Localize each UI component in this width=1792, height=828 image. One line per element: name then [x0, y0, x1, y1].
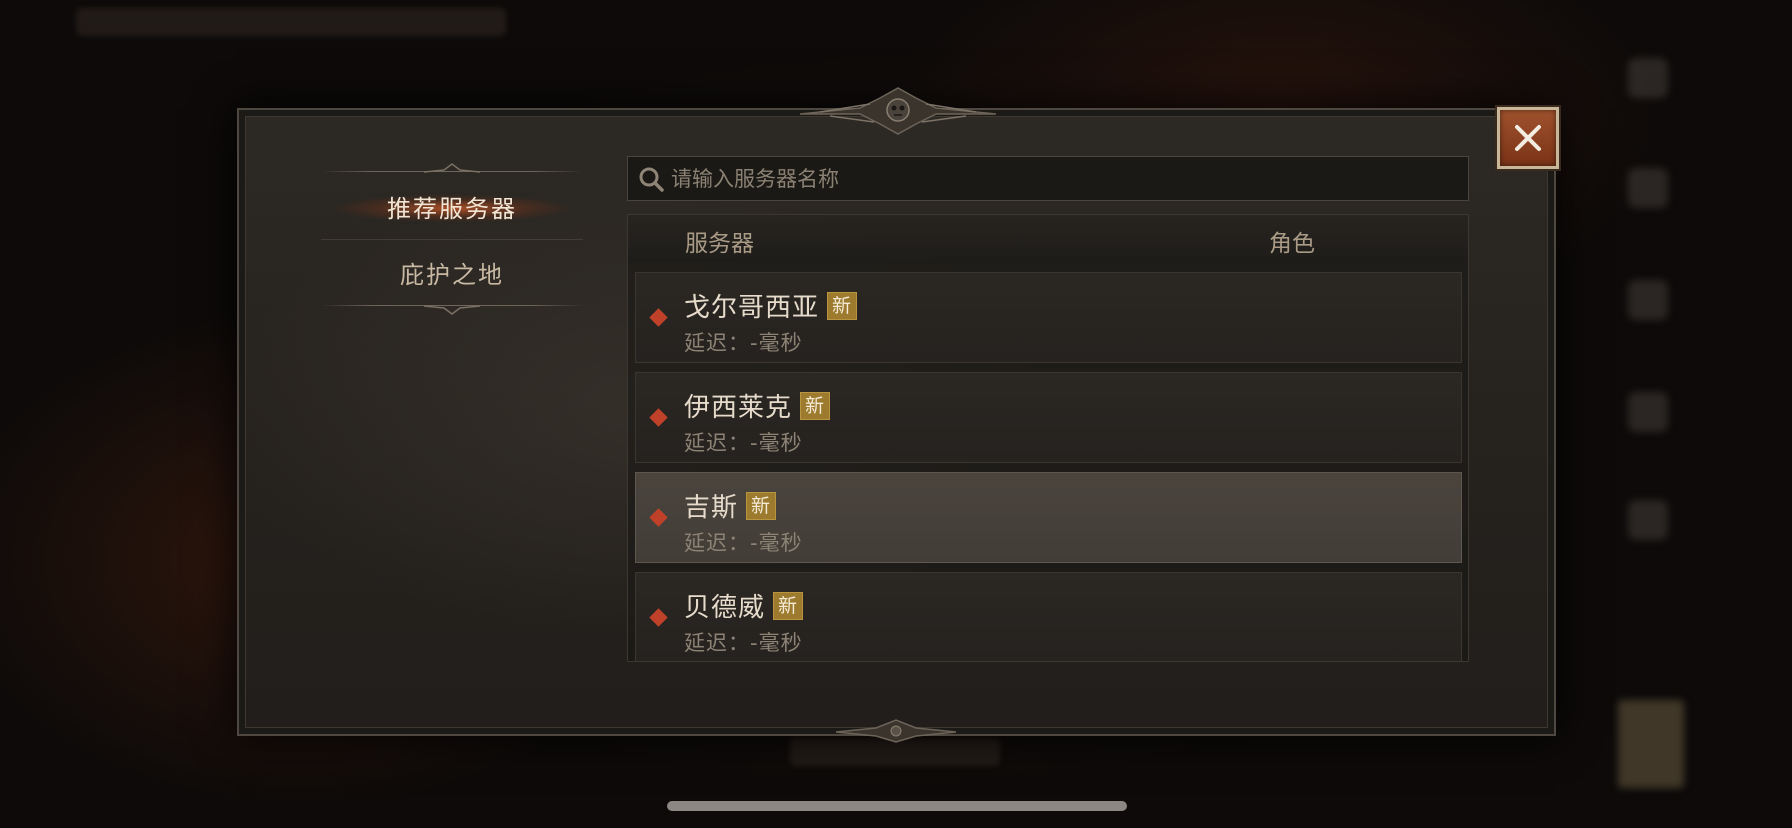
search-icon: [639, 167, 664, 192]
side-menu-icon: [1628, 168, 1668, 208]
server-search-input[interactable]: [665, 156, 1468, 201]
side-menu-icon: [1628, 500, 1668, 540]
server-status-icon: [649, 508, 668, 527]
menu-top-ornament: [424, 163, 480, 173]
close-icon: [1515, 125, 1541, 151]
search-bar: [627, 156, 1469, 201]
side-menu-icon: [1628, 58, 1668, 98]
home-indicator[interactable]: [667, 801, 1127, 811]
server-status-icon: [649, 608, 668, 627]
list-header: [628, 215, 1468, 263]
blurred-top-text: [76, 8, 506, 36]
server-name: 贝德威: [684, 593, 766, 623]
side-menu-icon: [1628, 280, 1668, 320]
new-badge: 新: [827, 291, 858, 320]
server-latency: 延迟：-毫秒: [684, 531, 803, 555]
server-name: 吉斯: [684, 493, 739, 523]
column-header-character: 角色: [1269, 231, 1315, 257]
server-row[interactable]: 戈尔哥西亚 新 延迟：-毫秒: [635, 272, 1462, 363]
skull-ornament: [800, 87, 996, 135]
side-menu-icon: [1628, 392, 1668, 432]
server-row[interactable]: 贝德威 新 延迟：-毫秒: [635, 572, 1462, 661]
server-name: 戈尔哥西亚: [684, 293, 820, 323]
server-list: 戈尔哥西亚 新 延迟：-毫秒 伊西莱克 新 延迟：-毫秒 吉斯 新 延迟：-毫秒…: [628, 263, 1468, 661]
new-badge: 新: [800, 391, 831, 420]
bottom-ornament: [836, 719, 956, 743]
server-latency: 延迟：-毫秒: [684, 631, 803, 655]
server-latency: 延迟：-毫秒: [684, 331, 803, 355]
server-name-line: 贝德威 新: [684, 587, 804, 624]
menu-divider: [321, 239, 583, 240]
close-button[interactable]: [1497, 107, 1559, 169]
server-row[interactable]: 伊西莱克 新 延迟：-毫秒: [635, 372, 1462, 463]
column-header-server: 服务器: [685, 231, 754, 257]
server-name-line: 伊西莱克 新: [684, 387, 831, 424]
menu-item-sanctuary[interactable]: 庇护之地: [321, 243, 583, 301]
new-badge: 新: [746, 491, 777, 520]
menu-item-recommended[interactable]: 推荐服务器: [321, 177, 583, 235]
server-status-icon: [649, 408, 668, 427]
server-name-line: 吉斯 新: [684, 487, 777, 524]
server-status-icon: [649, 308, 668, 327]
menu-bottom-ornament: [424, 305, 480, 315]
server-name-line: 戈尔哥西亚 新: [684, 287, 858, 324]
side-card: [1618, 700, 1684, 788]
server-name: 伊西莱克: [684, 393, 793, 423]
server-row-selected[interactable]: 吉斯 新 延迟：-毫秒: [635, 472, 1462, 563]
new-badge: 新: [773, 591, 804, 620]
server-latency: 延迟：-毫秒: [684, 431, 803, 455]
